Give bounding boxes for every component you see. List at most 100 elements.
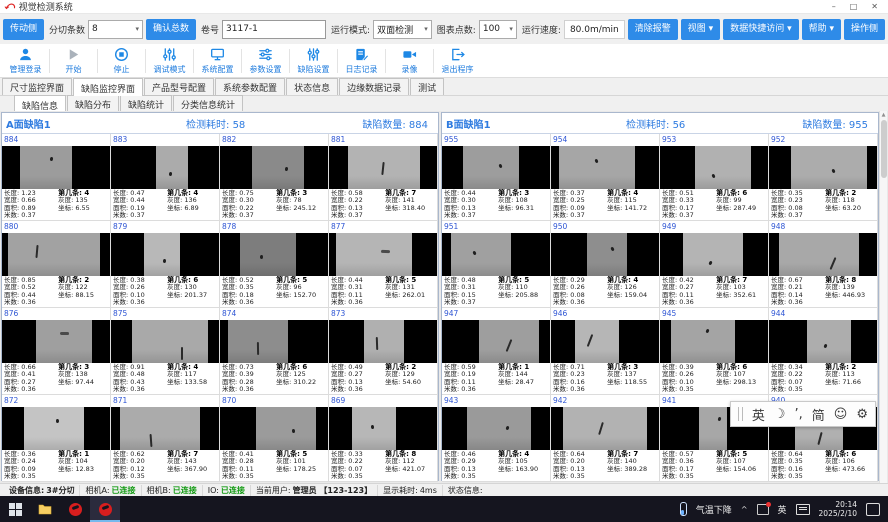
defect-image[interactable]	[329, 146, 437, 189]
defect-image[interactable]	[220, 146, 328, 189]
minimize-button[interactable]: –	[832, 2, 836, 11]
defect-image[interactable]	[329, 233, 437, 276]
defect-cell[interactable]: 944长度: 0.34宽度: 0.22面积: 0.07米数: 0.35第几条: …	[769, 308, 878, 395]
scrollbar-thumb[interactable]	[881, 120, 887, 178]
toolbar-button-exit[interactable]: 退出程序	[434, 45, 481, 77]
confirm-total-button[interactable]: 确认总数	[146, 19, 196, 40]
defect-cell[interactable]: 883长度: 0.47宽度: 0.44面积: 0.19米数: 0.37第几条: …	[111, 134, 220, 221]
defect-image[interactable]	[111, 320, 219, 363]
defect-cell[interactable]: 872长度: 0.36宽度: 0.24面积: 0.09米数: 0.35第几条: …	[2, 395, 111, 482]
tab-main-4[interactable]: 状态信息	[286, 78, 338, 95]
defect-cell[interactable]: 869长度: 0.33宽度: 0.22面积: 0.07米数: 0.35第几条: …	[329, 395, 438, 482]
defect-image[interactable]	[2, 146, 110, 189]
tab-main-5[interactable]: 边缘数据记录	[339, 78, 409, 95]
defect-cell[interactable]: 946长度: 0.71宽度: 0.23面积: 0.16米数: 0.36第几条: …	[551, 308, 660, 395]
defect-cell[interactable]: 949长度: 0.42宽度: 0.27面积: 0.11米数: 0.36第几条: …	[660, 221, 769, 308]
defect-image[interactable]	[111, 233, 219, 276]
defect-cell[interactable]: 876长度: 0.66宽度: 0.41面积: 0.27米数: 0.36第几条: …	[2, 308, 111, 395]
roll-number-input[interactable]	[222, 20, 326, 39]
defect-cell[interactable]: 954长度: 0.37宽度: 0.25面积: 0.09米数: 0.37第几条: …	[551, 134, 660, 221]
toolbar-button-monitor[interactable]: 系统配置	[194, 45, 241, 77]
defect-image[interactable]	[442, 146, 550, 189]
defect-image[interactable]	[220, 320, 328, 363]
tab-main-2[interactable]: 产品型号配置	[144, 78, 214, 95]
tab-sub-3[interactable]: 分类信息统计	[173, 95, 243, 112]
toolbar-button-defectset[interactable]: 缺陷设置	[290, 45, 337, 77]
defect-cell[interactable]: 877长度: 0.44宽度: 0.31面积: 0.11米数: 0.36第几条: …	[329, 221, 438, 308]
tray-expand-chevron-icon[interactable]: ^	[741, 505, 748, 514]
tab-main-6[interactable]: 测试	[410, 78, 444, 95]
defect-cell[interactable]: 955长度: 0.44宽度: 0.30面积: 0.13米数: 0.37第几条: …	[442, 134, 551, 221]
tab-main-0[interactable]: 尺寸监控界面	[2, 78, 72, 95]
defect-cell[interactable]: 870长度: 0.41宽度: 0.28面积: 0.11米数: 0.35第几条: …	[220, 395, 329, 482]
defect-image[interactable]	[660, 320, 768, 363]
taskbar-clock[interactable]: 20:14 2025/2/10	[819, 500, 857, 518]
inspection-app-button-active[interactable]	[90, 496, 120, 522]
defect-cell[interactable]: 947长度: 0.59宽度: 0.19面积: 0.11米数: 0.36第几条: …	[442, 308, 551, 395]
notification-badge-icon[interactable]	[757, 504, 769, 515]
defect-cell[interactable]: 874长度: 0.73宽度: 0.39面积: 0.28米数: 0.36第几条: …	[220, 308, 329, 395]
defect-image[interactable]	[442, 320, 550, 363]
defect-image[interactable]	[660, 146, 768, 189]
file-explorer-button[interactable]	[30, 496, 60, 522]
drive-side-button[interactable]: 传动侧	[3, 19, 44, 40]
defect-image[interactable]	[111, 407, 219, 450]
defect-cell[interactable]: 882长度: 0.75宽度: 0.30面积: 0.22米数: 0.37第几条: …	[220, 134, 329, 221]
defect-image[interactable]	[551, 233, 659, 276]
defect-image[interactable]	[220, 407, 328, 450]
defect-cell[interactable]: 884长度: 1.23宽度: 0.66面积: 0.89米数: 0.37第几条: …	[2, 134, 111, 221]
toolbar-button-debug[interactable]: 调试模式	[146, 45, 193, 77]
defect-cell[interactable]: 950长度: 0.29宽度: 0.26面积: 0.08米数: 0.36第几条: …	[551, 221, 660, 308]
defect-image[interactable]	[2, 320, 110, 363]
defect-image[interactable]	[769, 320, 877, 363]
drag-grip-icon[interactable]	[738, 407, 743, 421]
toolbar-button-video[interactable]: 录像	[386, 45, 433, 77]
defect-image[interactable]	[2, 233, 110, 276]
close-button[interactable]: ✕	[871, 2, 878, 11]
defect-cell[interactable]: 881长度: 0.58宽度: 0.22面积: 0.13米数: 0.37第几条: …	[329, 134, 438, 221]
defect-image[interactable]	[769, 146, 877, 189]
toolbar-button-tune[interactable]: 参数设置	[242, 45, 289, 77]
defect-image[interactable]	[442, 407, 550, 450]
ime-settings-gear-icon[interactable]: ⚙	[856, 407, 868, 422]
clear-alarm-button[interactable]: 清除报警	[628, 19, 678, 40]
defect-image[interactable]	[551, 320, 659, 363]
defect-image[interactable]	[329, 407, 437, 450]
defect-cell[interactable]: 945长度: 0.39宽度: 0.26面积: 0.10米数: 0.35第几条: …	[660, 308, 769, 395]
chart-points-select[interactable]: 100 ▾	[479, 20, 517, 39]
toolbar-button-user[interactable]: 管理登录	[2, 45, 49, 77]
tab-sub-1[interactable]: 缺陷分布	[67, 95, 119, 112]
start-button[interactable]	[0, 496, 30, 522]
tab-main-3[interactable]: 系统参数配置	[215, 78, 285, 95]
tab-sub-2[interactable]: 缺陷统计	[120, 95, 172, 112]
weather-ticker[interactable]: 气温下降	[696, 503, 732, 516]
defect-cell[interactable]: 878长度: 0.52宽度: 0.35面积: 0.18米数: 0.36第几条: …	[220, 221, 329, 308]
defect-cell[interactable]: 948长度: 0.67宽度: 0.21面积: 0.14米数: 0.36第几条: …	[769, 221, 878, 308]
keyboard-icon[interactable]	[796, 504, 810, 515]
defect-image[interactable]	[111, 146, 219, 189]
defect-image[interactable]	[220, 233, 328, 276]
tab-main-1[interactable]: 缺陷监控界面	[73, 78, 143, 96]
operator-side-button[interactable]: 操作侧	[844, 19, 885, 40]
ime-tray-language[interactable]: 英	[778, 503, 787, 516]
emoji-icon[interactable]: ☺	[834, 407, 848, 422]
toolbar-button-log[interactable]: 日志记录	[338, 45, 385, 77]
defect-image[interactable]	[551, 146, 659, 189]
ime-simplified-button[interactable]: 简	[812, 405, 825, 424]
view-menu-button[interactable]: 视图 ▾	[681, 19, 720, 40]
defect-image[interactable]	[551, 407, 659, 450]
maximize-button[interactable]: □	[850, 2, 858, 11]
inspection-app-button[interactable]	[60, 496, 90, 522]
defect-cell[interactable]: 951长度: 0.48宽度: 0.31面积: 0.15米数: 0.37第几条: …	[442, 221, 551, 308]
toolbar-button-play[interactable]: 开始	[50, 45, 97, 77]
help-menu-button[interactable]: 帮助 ▾	[802, 19, 841, 40]
scroll-up-icon[interactable]: ▲	[882, 111, 886, 119]
defect-cell[interactable]: 942长度: 0.64宽度: 0.20面积: 0.13米数: 0.35第几条: …	[551, 395, 660, 482]
action-center-icon[interactable]	[866, 503, 880, 516]
defect-cell[interactable]: 873长度: 0.49宽度: 0.27面积: 0.13米数: 0.36第几条: …	[329, 308, 438, 395]
vertical-scrollbar[interactable]: ▲	[879, 111, 887, 483]
defect-cell[interactable]: 880长度: 0.85宽度: 0.52面积: 0.44米数: 0.36第几条: …	[2, 221, 111, 308]
defect-cell[interactable]: 953长度: 0.51宽度: 0.33面积: 0.17米数: 0.37第几条: …	[660, 134, 769, 221]
defect-cell[interactable]: 875长度: 0.91宽度: 0.48面积: 0.43米数: 0.36第几条: …	[111, 308, 220, 395]
punctuation-icon[interactable]: ’,	[795, 407, 803, 422]
